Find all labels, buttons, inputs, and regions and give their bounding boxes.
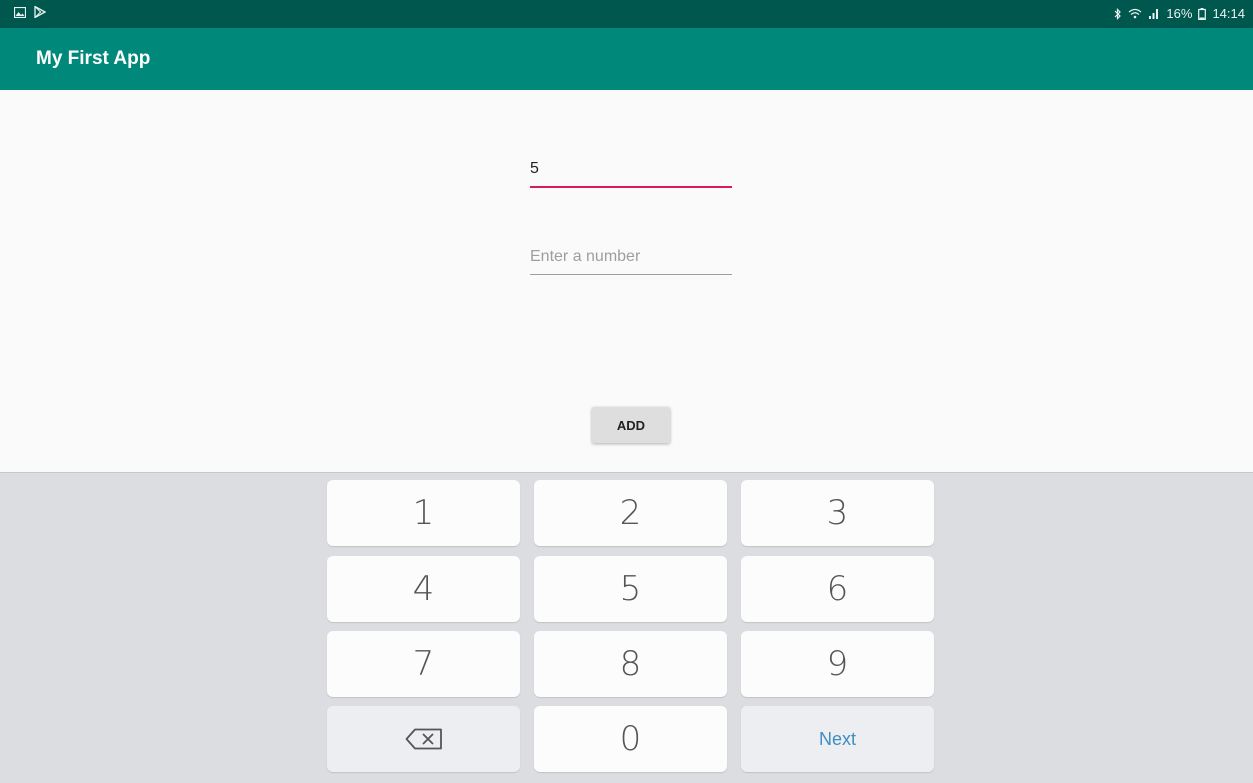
backspace-key[interactable] [327, 706, 520, 772]
backspace-icon [405, 728, 442, 750]
signal-icon [1149, 9, 1159, 19]
key-0[interactable]: 0 [534, 706, 727, 772]
second-number-input[interactable] [530, 240, 732, 275]
key-7[interactable]: 7 [327, 631, 520, 697]
status-right: 16% 14:14 [1114, 6, 1245, 21]
play-store-icon [34, 6, 46, 18]
status-bar: 16% 14:14 [0, 0, 1253, 28]
next-key[interactable]: Next [741, 706, 934, 772]
add-button[interactable]: ADD [592, 407, 670, 443]
key-9[interactable]: 9 [741, 631, 934, 697]
key-5[interactable]: 5 [534, 556, 727, 622]
key-6[interactable]: 6 [741, 556, 934, 622]
wifi-icon [1129, 8, 1142, 19]
battery-percent: 16% [1166, 6, 1193, 21]
clock: 14:14 [1212, 6, 1245, 21]
status-left [14, 6, 46, 18]
numeric-keyboard: 1 2 3 4 5 6 7 8 9 0 Next [0, 472, 1253, 783]
battery-icon [1198, 7, 1207, 20]
app-bar: My First App [0, 28, 1253, 90]
first-number-input[interactable] [530, 152, 732, 188]
key-2[interactable]: 2 [534, 480, 727, 546]
key-4[interactable]: 4 [327, 556, 520, 622]
key-8[interactable]: 8 [534, 631, 727, 697]
gallery-icon [14, 6, 26, 18]
main-content: ADD [0, 90, 1253, 472]
app-title: My First App [36, 48, 151, 69]
bluetooth-icon [1114, 7, 1122, 20]
key-1[interactable]: 1 [327, 480, 520, 546]
key-3[interactable]: 3 [741, 480, 934, 546]
